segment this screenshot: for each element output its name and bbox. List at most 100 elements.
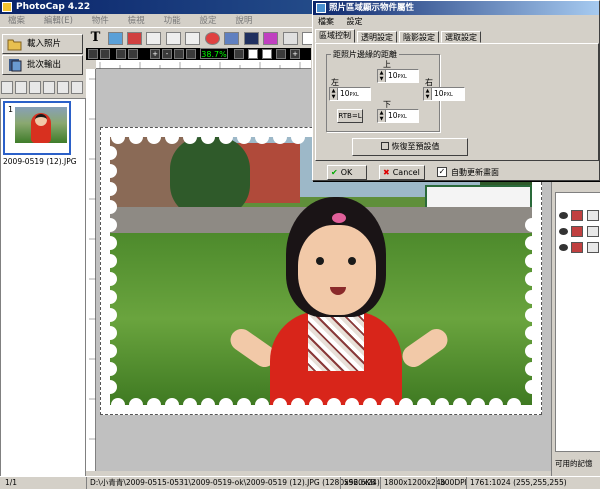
dialog-menu-file[interactable]: 檔案 <box>313 15 339 28</box>
text-frame-tool-icon[interactable] <box>185 32 200 45</box>
fit-icon[interactable] <box>174 49 184 59</box>
status-filesize: 552.6KB <box>340 477 376 489</box>
menu-edit[interactable]: 編輯(E) <box>36 14 81 28</box>
paint-tool-icon[interactable] <box>263 32 278 45</box>
layer-thumb-icon <box>587 242 599 253</box>
memory-label: 可用的記憶 <box>555 459 593 468</box>
edge-distance-group: 距照片邊緣的距離 上 ▲ ▼ 10PXL 左 ▲ ▼ 10PXL 右 ▲ ▼ 10PXL 下… <box>326 49 465 132</box>
thumbnail-index: 1 <box>8 105 14 114</box>
thumbnail-image <box>15 107 67 143</box>
zoom-in-icon[interactable]: + <box>150 49 160 59</box>
right-spinner[interactable]: ▲ ▼ 10PXL <box>423 87 465 101</box>
status-dpi: 300DPI <box>436 477 467 489</box>
dialog-title: 照片區域顯示物件屬性 <box>329 3 415 13</box>
rotate-right-icon[interactable] <box>100 49 110 59</box>
top-spinner[interactable]: ▲ ▼ 10PXL <box>377 69 419 83</box>
arrow-up-icon[interactable] <box>15 81 27 94</box>
reset-icon <box>380 142 389 150</box>
status-page: 1/1 <box>5 478 18 487</box>
folder-open-icon <box>7 37 23 51</box>
export-icon[interactable] <box>71 81 83 94</box>
menu-function[interactable]: 功能 <box>156 14 189 28</box>
auto-refresh-checkbox[interactable]: ✓ <box>437 167 447 177</box>
crop-icon[interactable] <box>276 49 286 59</box>
visibility-eye-icon[interactable] <box>559 212 568 219</box>
table-tool-icon[interactable] <box>283 32 298 45</box>
thumbnail-item[interactable]: 1 <box>3 101 71 155</box>
grid-toggle-icon[interactable] <box>234 49 244 59</box>
batch-output-label: 批次輸出 <box>27 60 62 70</box>
ok-label: OK <box>340 168 353 177</box>
tab-shadow[interactable]: 陰影設定 <box>399 31 439 43</box>
copy-icon[interactable] <box>116 49 126 59</box>
trash-icon[interactable] <box>1 81 13 94</box>
cancel-button[interactable]: ✖ Cancel <box>379 165 425 180</box>
tab-panel: 距照片邊緣的距離 上 ▲ ▼ 10PXL 左 ▲ ▼ 10PXL 右 ▲ ▼ 10PXL 下… <box>315 43 599 161</box>
dialog-menu: 檔案 設定 <box>313 15 599 28</box>
check-icon: ✔ <box>331 168 338 177</box>
layer-panel: 可用的記憶 <box>551 180 600 476</box>
arrow-down-icon[interactable] <box>29 81 41 94</box>
reset-label: 恢復至預設值 <box>391 142 440 151</box>
img-tool-icon[interactable] <box>146 32 161 45</box>
menu-file[interactable]: 檔案 <box>0 14 33 28</box>
rotate-left-icon[interactable] <box>88 49 98 59</box>
layer-thumb-icon <box>571 226 583 237</box>
view-toolbar: + - 38.7% + <box>86 48 311 60</box>
menu-help[interactable]: 說明 <box>227 14 260 28</box>
ok-button[interactable]: ✔ OK <box>327 165 367 180</box>
bottom-spinner[interactable]: ▲ ▼ 10PXL <box>377 109 419 123</box>
dialog-menu-settings[interactable]: 設定 <box>342 15 368 28</box>
layer-thumb-icon <box>587 210 599 221</box>
batch-output-button[interactable]: 批次輸出 <box>2 55 83 75</box>
thumbnail-filename: 2009-0519 (12).JPG <box>3 157 77 166</box>
visibility-eye-icon[interactable] <box>559 244 568 251</box>
horizontal-ruler <box>96 60 311 69</box>
menu-object[interactable]: 物件 <box>84 14 117 28</box>
tab-selection[interactable]: 選取設定 <box>441 31 481 43</box>
grid-tool-icon[interactable] <box>224 32 239 45</box>
color-tool-icon[interactable] <box>127 32 142 45</box>
thumbnail-pane: 1 2009-0519 (12).JPG <box>0 98 86 478</box>
text-tool-icon[interactable]: T <box>88 31 103 45</box>
rtbl-button[interactable]: RTB=L <box>337 109 363 123</box>
visibility-eye-icon[interactable] <box>559 228 568 235</box>
cancel-label: Cancel <box>392 168 420 177</box>
dialog-icon <box>316 3 326 13</box>
layer-thumb-icon <box>587 226 599 237</box>
load-photo-button[interactable]: 載入照片 <box>2 34 83 54</box>
actual-size-icon[interactable] <box>186 49 196 59</box>
clock-tool-icon[interactable] <box>205 32 220 45</box>
tab-transparency[interactable]: 透明設定 <box>357 31 397 43</box>
left-spinner[interactable]: ▲ ▼ 10PXL <box>329 87 371 101</box>
image-tool-icon[interactable] <box>108 32 123 45</box>
frame-tool-icon[interactable] <box>166 32 181 45</box>
layer-row[interactable] <box>557 209 600 223</box>
status-coords: 1761:1024 (255,255,255) <box>466 477 567 489</box>
status-bar: 1/1 D:\小青青\2009-0515-0531\2009-0519-ok\2… <box>0 476 600 489</box>
tab-region-control[interactable]: 區域控制 <box>315 29 355 43</box>
layer-thumb-icon <box>571 242 583 253</box>
layer-row[interactable] <box>557 241 600 255</box>
font-tool-icon[interactable] <box>244 32 259 45</box>
auto-refresh-label: 自動更新畫面 <box>451 168 499 177</box>
undo-icon[interactable] <box>43 81 55 94</box>
pointer-icon[interactable] <box>248 49 258 59</box>
load-photo-label: 載入照片 <box>27 39 62 49</box>
zoom-level: 38.7% <box>200 48 228 59</box>
zoom-out-icon[interactable]: - <box>162 49 172 59</box>
hand-icon[interactable] <box>262 49 272 59</box>
add-icon[interactable]: + <box>290 49 300 59</box>
dialog-title-bar[interactable]: 照片區域顯示物件屬性 <box>313 1 599 15</box>
layer-list <box>555 192 600 452</box>
reset-defaults-button[interactable]: 恢復至預設值 <box>352 138 468 156</box>
layer-row[interactable] <box>557 225 600 239</box>
status-path: D:\小青青\2009-0515-0531\2009-0519-ok\2009-… <box>86 477 380 489</box>
menu-settings[interactable]: 設定 <box>191 14 224 28</box>
paste-icon[interactable] <box>128 49 138 59</box>
menu-view[interactable]: 檢視 <box>120 14 153 28</box>
left-panel: 載入照片 批次輸出 1 2009-0519 (12).JPG <box>0 30 86 478</box>
window-title: PhotoCap 4.22 <box>16 2 91 12</box>
close-icon: ✖ <box>383 168 390 177</box>
redo-icon[interactable] <box>57 81 69 94</box>
